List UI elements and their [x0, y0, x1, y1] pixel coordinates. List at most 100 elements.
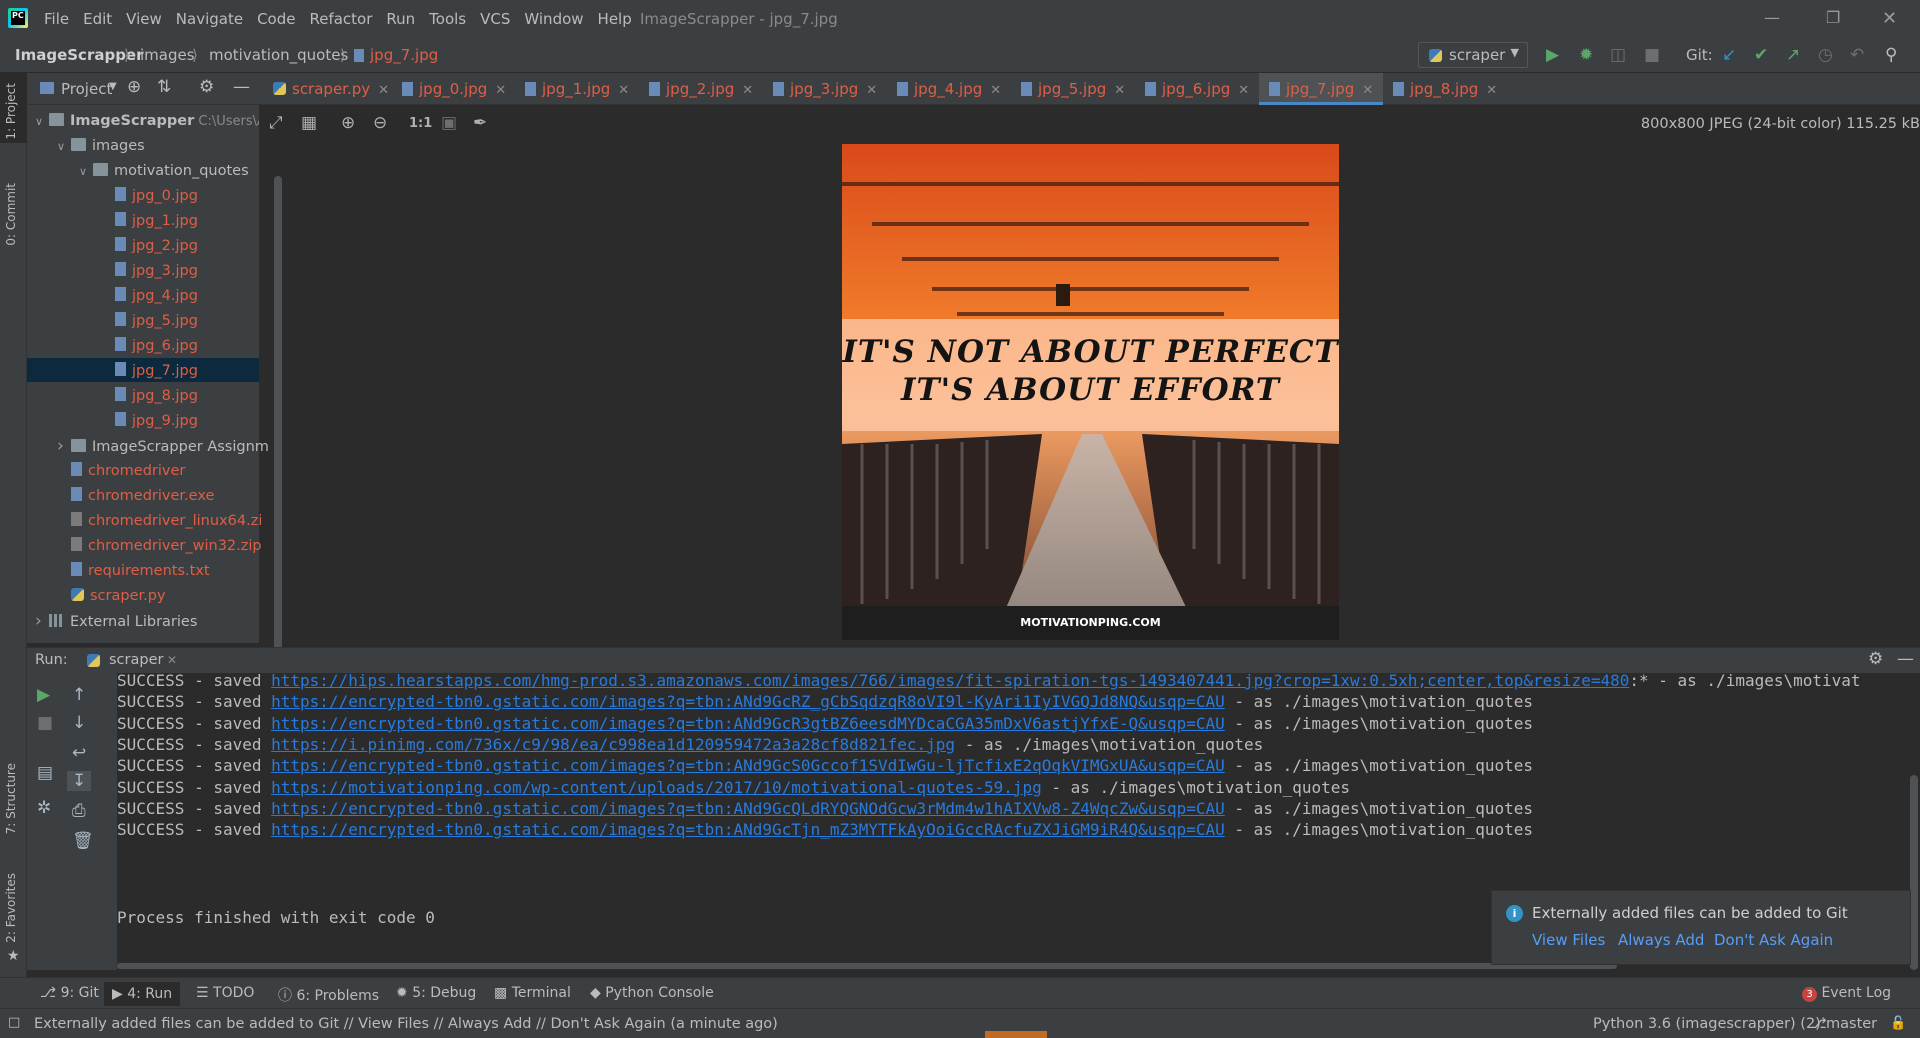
scroll-to-end-icon[interactable]: ↧ — [67, 771, 92, 791]
console-vscrollbar[interactable] — [1910, 775, 1918, 970]
zoom-out-icon[interactable]: ⊖ — [373, 113, 387, 133]
close-tab-icon[interactable]: ✕ — [1114, 83, 1125, 98]
background-icon[interactable]: ▣ — [441, 113, 457, 133]
tab-jpg-7[interactable]: jpg_7.jpg ✕ — [1259, 73, 1384, 105]
console-url-link[interactable]: https://i.pinimg.com/736x/c9/98/ea/c998e… — [271, 735, 955, 754]
close-tab-icon[interactable]: ✕ — [742, 83, 753, 98]
tool-todo[interactable]: ☰ TODO — [196, 985, 254, 1001]
stop-icon[interactable]: ■ — [37, 713, 53, 733]
layout-icon[interactable]: ▤ — [37, 763, 53, 783]
chevron-down-icon[interactable]: ∨ — [57, 135, 71, 159]
chevron-down-icon[interactable]: ∨ — [79, 160, 93, 184]
commit-tool-button[interactable]: 0: Commit — [4, 183, 18, 246]
tree-item[interactable]: scraper.py — [57, 584, 166, 608]
fit-zoom-icon[interactable]: ⤢ — [269, 113, 283, 133]
chevron-down-icon[interactable]: ∨ — [35, 110, 49, 134]
tree-item[interactable]: jpg_5.jpg — [101, 309, 198, 333]
console-url-link[interactable]: https://motivationping.com/wp-content/up… — [271, 778, 1042, 797]
tab-jpg-5[interactable]: jpg_5.jpg ✕ — [1021, 73, 1125, 105]
menu-navigate[interactable]: Navigate — [176, 10, 243, 28]
close-tab-icon[interactable]: ✕ — [990, 83, 1001, 98]
menu-view[interactable]: View — [126, 10, 162, 28]
actual-size-button[interactable]: 1:1 — [409, 116, 432, 131]
menu-refactor[interactable]: Refactor — [309, 10, 372, 28]
tool-terminal[interactable]: ▩ Terminal — [494, 985, 571, 1001]
dont-ask-again-link[interactable]: Don't Ask Again — [1714, 931, 1833, 949]
zoom-in-icon[interactable]: ⊕ — [341, 113, 355, 133]
tree-item[interactable]: jpg_4.jpg — [101, 284, 198, 308]
tree-item[interactable]: › External Libraries — [35, 609, 197, 633]
tab-jpg-8[interactable]: jpg_8.jpg ✕ — [1393, 73, 1497, 105]
close-tab-icon[interactable]: ✕ — [167, 653, 177, 667]
git-update-icon[interactable]: ↙ — [1722, 45, 1736, 65]
console-url-link[interactable]: https://encrypted-tbn0.gstatic.com/image… — [271, 820, 1225, 839]
python-interpreter[interactable]: Python 3.6 (imagescrapper) (2) — [1593, 1016, 1821, 1032]
structure-tool-button[interactable]: 7: Structure — [4, 763, 18, 834]
console-hscrollbar[interactable] — [117, 963, 1617, 969]
pin-icon[interactable]: ✲ — [37, 798, 51, 818]
tree-item[interactable]: chromedriver.exe — [57, 484, 214, 508]
project-scrollbar[interactable] — [274, 176, 282, 681]
lock-icon[interactable]: 🔓 — [1890, 1016, 1906, 1031]
tool-python-console[interactable]: ◆ Python Console — [590, 985, 714, 1001]
hide-icon[interactable]: — — [233, 77, 250, 97]
tree-item[interactable]: jpg_2.jpg — [101, 234, 198, 258]
menu-window[interactable]: Window — [524, 10, 583, 28]
locate-icon[interactable]: ⊕ — [127, 77, 141, 97]
tab-jpg-4[interactable]: jpg_4.jpg ✕ — [897, 73, 1001, 105]
close-tab-icon[interactable]: ✕ — [1486, 83, 1497, 98]
tab-jpg-1[interactable]: jpg_1.jpg ✕ — [525, 73, 629, 105]
tab-jpg-0[interactable]: jpg_0.jpg ✕ — [402, 73, 506, 105]
tree-item[interactable]: ∨ motivation_quotes — [79, 159, 249, 183]
project-view-select[interactable]: Project — [61, 80, 112, 98]
console-url-link[interactable]: https://encrypted-tbn0.gstatic.com/image… — [271, 799, 1225, 818]
always-add-link[interactable]: Always Add — [1618, 931, 1704, 949]
color-picker-icon[interactable]: ✒ — [473, 113, 487, 133]
tab-scraper-py[interactable]: scraper.py ✕ — [273, 73, 389, 105]
run-tab-scraper[interactable]: scraper — [109, 652, 163, 668]
close-tab-icon[interactable]: ✕ — [1238, 83, 1249, 98]
minimize-icon[interactable]: — — [1764, 8, 1780, 27]
tool-git[interactable]: ⎇ 9: Git — [40, 985, 99, 1001]
gear-icon[interactable]: ⚙ — [199, 77, 214, 97]
git-push-icon[interactable]: ↗ — [1786, 45, 1800, 65]
tool-event-log[interactable]: 3 Event Log — [1802, 985, 1891, 1002]
tree-item[interactable]: jpg_1.jpg — [101, 209, 198, 233]
tree-item[interactable]: chromedriver_win32.zip — [57, 534, 262, 558]
coverage-icon[interactable]: ◫ — [1610, 45, 1626, 65]
tool-debug[interactable]: ✹ 5: Debug — [396, 985, 476, 1001]
grid-icon[interactable]: ▦ — [301, 113, 317, 133]
chevron-right-icon[interactable]: › — [35, 609, 49, 633]
tree-item[interactable]: ∨ ImageScrapper C:\Users\A — [35, 109, 266, 133]
menu-file[interactable]: File — [44, 10, 69, 28]
project-tool-button[interactable]: 1: Project — [4, 83, 18, 140]
tree-item[interactable]: chromedriver_linux64.zi — [57, 509, 262, 533]
gear-icon[interactable]: ⚙ — [1868, 649, 1883, 669]
restore-icon[interactable]: ❐ — [1826, 8, 1840, 27]
tree-item[interactable]: › ImageScrapper Assignm — [57, 434, 269, 458]
menu-run[interactable]: Run — [386, 10, 415, 28]
scroll-down-icon[interactable]: ↓ — [72, 713, 86, 733]
hide-icon[interactable]: — — [1897, 649, 1914, 669]
console-url-link[interactable]: https://hips.hearstapps.com/hmg-prod.s3.… — [271, 673, 1629, 690]
close-tab-icon[interactable]: ✕ — [495, 83, 506, 98]
menu-help[interactable]: Help — [598, 10, 632, 28]
close-tab-icon[interactable]: ✕ — [1362, 83, 1373, 98]
tree-item[interactable]: jpg_7.jpg — [101, 359, 198, 383]
debug-icon[interactable]: ✹ — [1579, 45, 1593, 65]
tree-item[interactable]: requirements.txt — [57, 559, 210, 583]
git-branch[interactable]: master — [1826, 1016, 1877, 1032]
menu-tools[interactable]: Tools — [429, 10, 466, 28]
favorites-tool-button[interactable]: 2: Favorites — [4, 873, 18, 943]
tree-item[interactable]: ∨ images — [57, 134, 145, 158]
run-icon[interactable]: ▶ — [1546, 45, 1559, 65]
run-configuration-select[interactable]: scraper ▼ — [1418, 42, 1528, 68]
tool-problems[interactable]: ⓘ 6: Problems — [278, 985, 379, 1005]
status-message[interactable]: Externally added files can be added to G… — [34, 1016, 778, 1032]
print-icon[interactable]: ⎙ — [72, 801, 86, 821]
tree-item[interactable]: chromedriver — [57, 459, 185, 483]
trash-icon[interactable]: 🗑 — [72, 831, 94, 851]
tree-item[interactable]: jpg_8.jpg — [101, 384, 198, 408]
tab-jpg-2[interactable]: jpg_2.jpg ✕ — [649, 73, 753, 105]
tab-jpg-6[interactable]: jpg_6.jpg ✕ — [1145, 73, 1249, 105]
